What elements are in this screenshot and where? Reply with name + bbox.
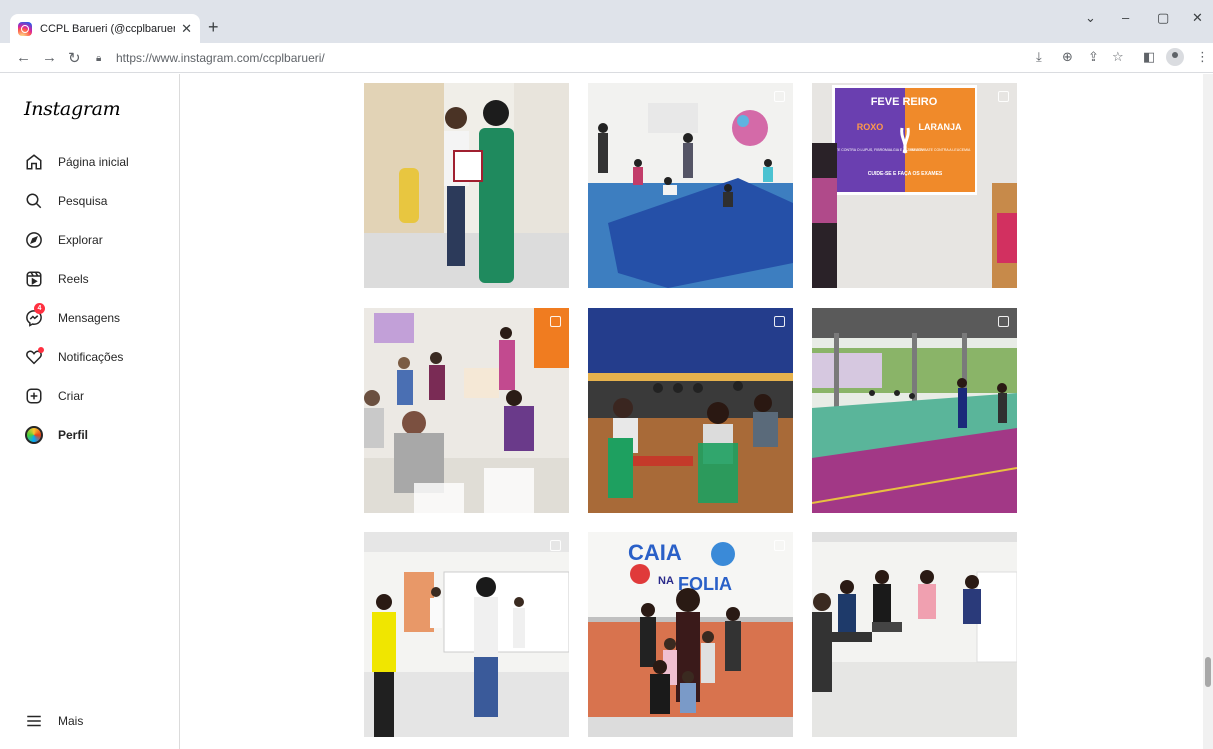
- sidebar-item-explore[interactable]: Explorar: [24, 228, 174, 252]
- new-tab-button[interactable]: +: [208, 17, 219, 38]
- sidebar-item-label: Pesquisa: [58, 194, 108, 208]
- sidebar: Instagram Página inicial Pesquisa Explor…: [0, 74, 180, 749]
- carousel-icon: [774, 540, 785, 551]
- carousel-icon: [774, 316, 785, 327]
- carousel-icon: [550, 540, 561, 551]
- sidebar-item-home[interactable]: Página inicial: [24, 150, 174, 174]
- sidebar-item-notifications[interactable]: Notificações: [24, 345, 174, 369]
- maximize-icon[interactable]: ▢: [1157, 10, 1169, 26]
- messenger-icon: 4: [24, 303, 45, 328]
- post-thumbnail[interactable]: [364, 83, 569, 288]
- install-icon[interactable]: ⤓: [1036, 49, 1042, 65]
- post-thumbnail[interactable]: [364, 308, 569, 513]
- browser-tab[interactable]: CCPL Barueri (@ccplbarueri) • Fo ✕: [10, 14, 200, 43]
- sidebar-item-label: Mensagens: [58, 311, 121, 325]
- reload-icon[interactable]: ↻: [68, 49, 81, 67]
- search-icon: [24, 191, 44, 211]
- post-thumbnail[interactable]: [588, 308, 793, 513]
- sidebar-item-label: Perfil: [58, 428, 89, 442]
- post-thumbnail[interactable]: [812, 308, 1017, 513]
- banner-orange-label: LARANJA: [918, 122, 962, 132]
- instagram-logo[interactable]: Instagram: [24, 98, 121, 120]
- sidebar-item-label: Criar: [58, 389, 84, 403]
- lock-icon: 🔒︎: [96, 52, 102, 64]
- address-bar[interactable]: 🔒︎ https://www.instagram.com/ccplbarueri…: [96, 47, 1024, 69]
- profile-icon[interactable]: [1166, 48, 1184, 66]
- banner-orange-text: EM COMBATE CONTRA A LEUCEMIA: [910, 148, 971, 152]
- plus-square-icon: [24, 386, 44, 406]
- sidebar-item-profile[interactable]: Perfil: [24, 423, 174, 447]
- post-thumbnail[interactable]: [364, 532, 569, 737]
- notification-dot: [38, 347, 44, 353]
- na-text: NA: [658, 575, 674, 587]
- sidebar-item-label: Explorar: [58, 233, 103, 247]
- carousel-icon: [998, 316, 1009, 327]
- carousel-icon: [774, 91, 785, 102]
- message-count-badge: 4: [34, 303, 45, 314]
- browser-titlebar: CCPL Barueri (@ccplbarueri) • Fo ✕ + ⌄ –…: [0, 0, 1213, 43]
- minimize-icon[interactable]: –: [1122, 10, 1129, 25]
- reels-icon: [24, 269, 44, 289]
- caia-text: CAIA: [628, 540, 682, 565]
- close-tab-icon[interactable]: ✕: [181, 21, 192, 37]
- page-scrollbar[interactable]: [1203, 74, 1213, 749]
- post-thumbnail[interactable]: FEVE REIRO ROXO LARANJA EM COMBATE CONTR…: [812, 83, 1017, 288]
- post-thumbnail[interactable]: [812, 532, 1017, 737]
- browser-toolbar: ← → ↻ 🔒︎ https://www.instagram.com/ccplb…: [0, 43, 1213, 73]
- sidebar-item-more[interactable]: Mais: [24, 709, 174, 733]
- profile-post-grid: FEVE REIRO ROXO LARANJA EM COMBATE CONTR…: [181, 74, 1203, 749]
- close-window-icon[interactable]: ✕: [1192, 10, 1203, 26]
- sidebar-item-create[interactable]: Criar: [24, 384, 174, 408]
- banner-purple-label: ROXO: [857, 122, 884, 132]
- compass-icon: [24, 230, 44, 250]
- sidebar-item-label: Página inicial: [58, 155, 129, 169]
- heart-icon: [24, 347, 44, 367]
- post-thumbnail[interactable]: [588, 83, 793, 288]
- sidebar-item-search[interactable]: Pesquisa: [24, 189, 174, 213]
- forward-icon[interactable]: →: [42, 49, 57, 66]
- share-icon[interactable]: ⇪: [1088, 49, 1099, 65]
- instagram-favicon-icon: [18, 21, 32, 36]
- back-icon[interactable]: ←: [16, 49, 31, 66]
- post-thumbnail[interactable]: CAIA NA FOLIA: [588, 532, 793, 737]
- url-text: https://www.instagram.com/ccplbarueri/: [116, 51, 325, 65]
- sidebar-item-messages[interactable]: 4 Mensagens: [24, 303, 174, 330]
- sidebar-item-reels[interactable]: Reels: [24, 267, 174, 291]
- avatar: [24, 425, 44, 445]
- tab-search-icon[interactable]: ⌄: [1085, 10, 1096, 26]
- carousel-icon: [550, 316, 561, 327]
- banner-footer-text: CUIDE-SE E FAÇA OS EXAMES: [868, 171, 943, 177]
- zoom-icon[interactable]: ⊕: [1062, 49, 1073, 65]
- sidebar-item-label: Reels: [58, 272, 89, 286]
- banner-title: FEVE REIRO: [871, 96, 938, 108]
- carousel-icon: [998, 91, 1009, 102]
- scrollbar-thumb[interactable]: [1205, 657, 1211, 687]
- sidebar-item-label: Mais: [58, 714, 84, 728]
- sidebar-item-label: Notificações: [58, 350, 124, 364]
- side-panel-icon[interactable]: ◧: [1143, 49, 1155, 65]
- home-icon: [24, 152, 44, 172]
- bookmark-star-icon[interactable]: ☆: [1112, 49, 1124, 65]
- menu-icon[interactable]: ⋮: [1196, 49, 1209, 65]
- tab-title: CCPL Barueri (@ccplbarueri) • Fo: [40, 22, 176, 35]
- hamburger-icon: [24, 711, 44, 731]
